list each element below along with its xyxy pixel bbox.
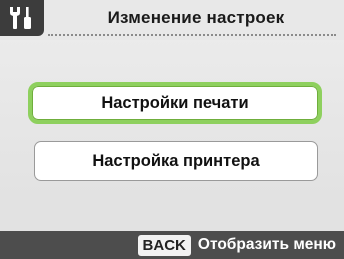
- printer-settings-button[interactable]: Настройка принтера: [34, 141, 318, 181]
- footer-hint: Отобразить меню: [197, 236, 336, 253]
- back-key-badge[interactable]: BACK: [137, 234, 191, 256]
- header-divider: [48, 34, 336, 36]
- settings-tools-icon: [0, 0, 44, 36]
- footer-bar: BACK Отобразить меню: [0, 231, 344, 259]
- settings-screen: Изменение настроек Настройки печати Наст…: [0, 0, 344, 259]
- page-title: Изменение настроек: [107, 8, 285, 27]
- header-bar: Изменение настроек: [0, 0, 344, 40]
- print-settings-button[interactable]: Настройки печати: [28, 82, 322, 124]
